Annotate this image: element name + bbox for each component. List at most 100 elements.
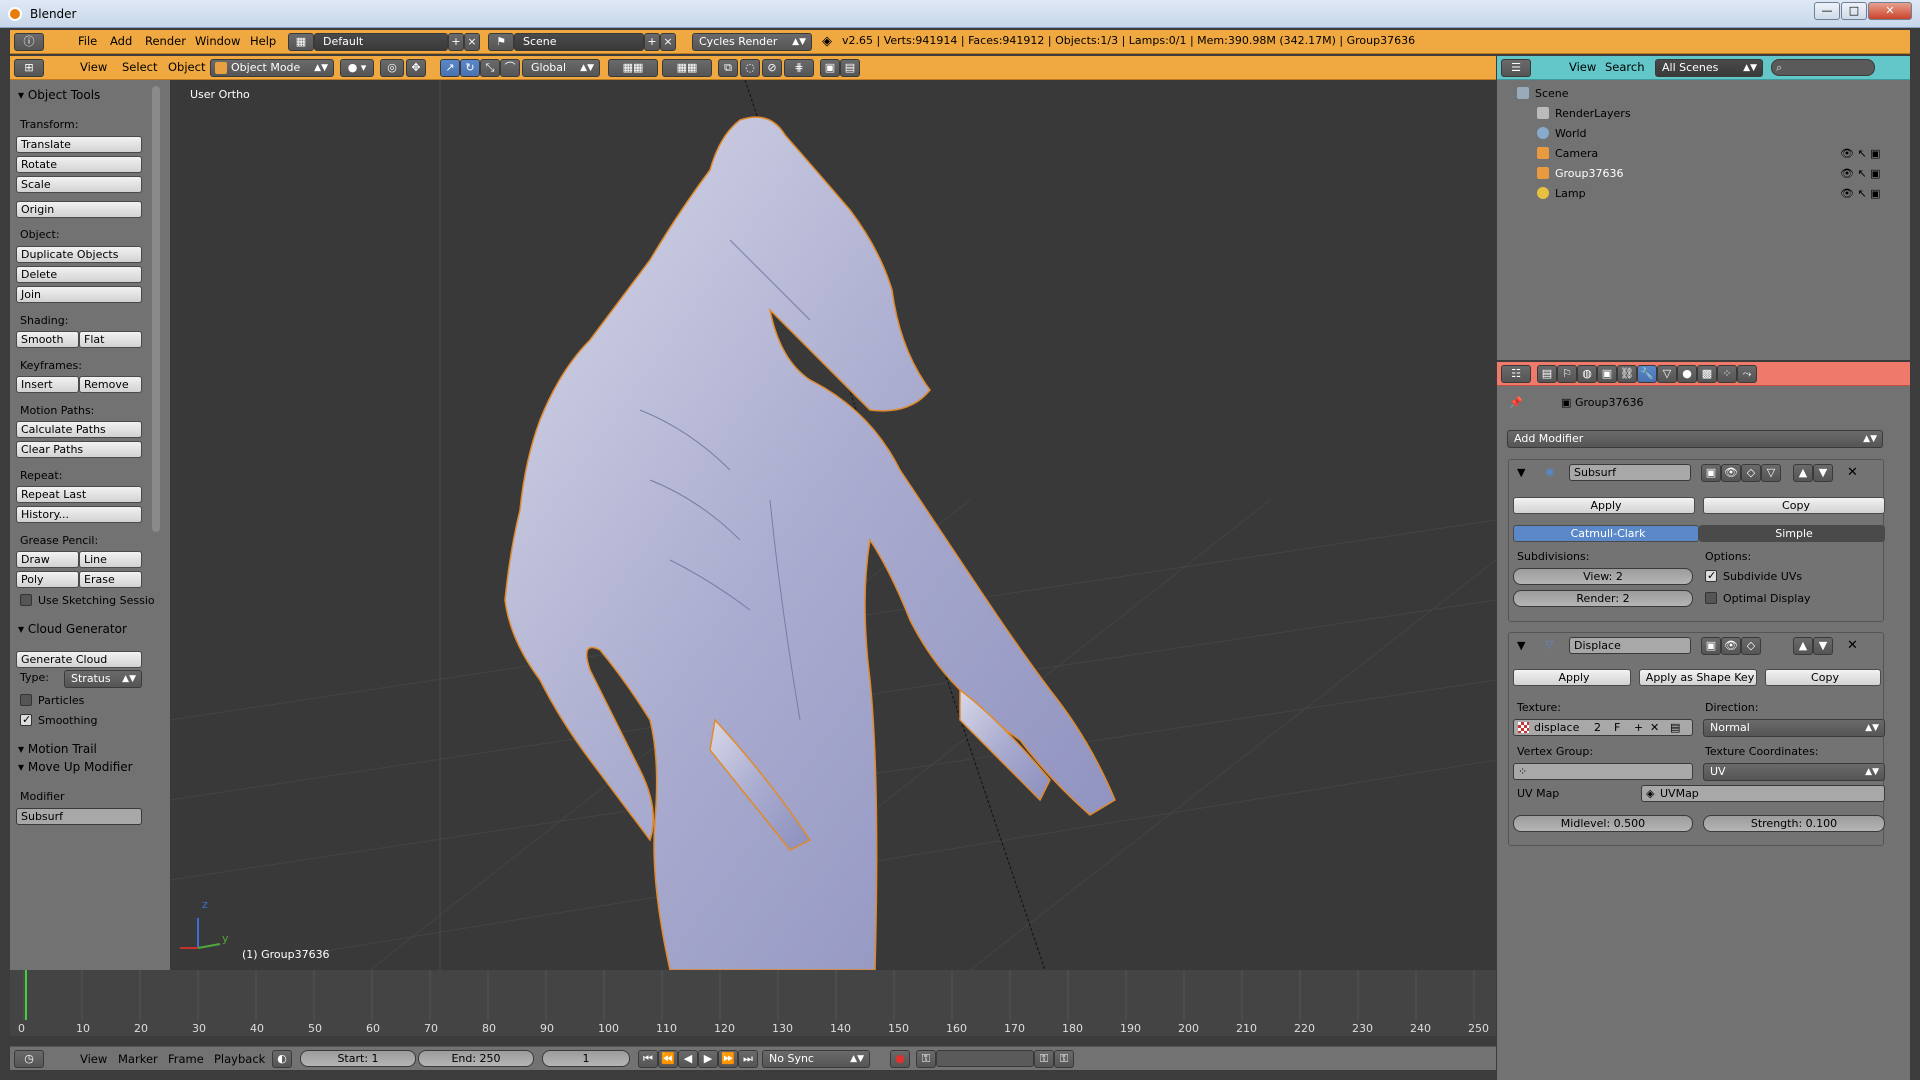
record-icon[interactable]: ●: [890, 1050, 910, 1068]
minimize-button[interactable]: —: [1814, 2, 1840, 20]
texture-users[interactable]: 2: [1594, 720, 1601, 735]
tool-shelf-scrollbar[interactable]: [152, 86, 160, 532]
visibility-eye-icon[interactable]: 👁 ↖ ▣: [1840, 147, 1881, 160]
displace-copy-button[interactable]: Copy: [1765, 669, 1881, 686]
poly-button[interactable]: Poly: [16, 571, 79, 588]
move-up-icon[interactable]: ▲: [1793, 464, 1813, 482]
layers-group-2[interactable]: ▦▦: [662, 59, 712, 77]
viewport-toggle-icon[interactable]: 👁: [1721, 464, 1741, 482]
outliner-menu-search[interactable]: Search: [1605, 56, 1645, 79]
collapse-arrow-icon[interactable]: ▼: [1517, 466, 1525, 479]
render-toggle-icon[interactable]: ▣: [1701, 464, 1721, 482]
draw-button[interactable]: Draw: [16, 551, 79, 568]
clear-paths-button[interactable]: Clear Paths: [16, 441, 142, 458]
optimal-display-checkbox[interactable]: [1705, 592, 1717, 604]
remove-modifier-icon[interactable]: ✕: [1847, 638, 1858, 653]
curve-manipulator-icon[interactable]: ⌒: [500, 59, 520, 77]
displace-name-field[interactable]: Displace: [1569, 637, 1691, 654]
erase-button[interactable]: Erase: [79, 571, 142, 588]
outliner-item-scene[interactable]: Scene: [1535, 87, 1569, 100]
object-tab-icon[interactable]: ▣: [1597, 365, 1617, 383]
delete-button[interactable]: Delete: [16, 266, 142, 283]
properties-editor-type-icon[interactable]: ☷: [1501, 365, 1531, 383]
snap-element-dropdown[interactable]: ⋕: [784, 59, 814, 77]
viewport-toggle-icon[interactable]: 👁: [1721, 637, 1741, 655]
remove-keyframe-button[interactable]: Remove: [79, 376, 142, 393]
timeline-menu-playback[interactable]: Playback: [214, 1047, 265, 1070]
visibility-eye-icon[interactable]: 👁 ↖ ▣: [1840, 167, 1881, 180]
scene-remove-button[interactable]: ×: [660, 33, 676, 51]
physics-tab-icon[interactable]: ⤳: [1737, 365, 1757, 383]
uv-map-field[interactable]: ◈ UVMap: [1641, 785, 1885, 802]
editmode-toggle-icon[interactable]: ◇: [1741, 464, 1761, 482]
constraints-tab-icon[interactable]: ⛓: [1617, 365, 1637, 383]
catmull-clark-button[interactable]: Catmull-Clark: [1513, 525, 1699, 542]
menu-file[interactable]: File: [78, 30, 97, 53]
timeline[interactable]: 0 10 20 30 40 50 60 70 80 90 100 110 120 130 140 150 160…: [10, 970, 1496, 1036]
snap-toggle-icon[interactable]: ⊘: [762, 59, 782, 77]
smooth-button[interactable]: Smooth: [16, 331, 79, 348]
scene-field[interactable]: Scene: [514, 33, 644, 51]
displace-apply-button[interactable]: Apply: [1513, 669, 1631, 686]
world-tab-icon[interactable]: ◍: [1577, 365, 1597, 383]
render-tab-icon[interactable]: ▤: [1537, 365, 1557, 383]
keying-set-icon[interactable]: ⚿: [916, 1050, 936, 1068]
render-opengl-icon[interactable]: ▣: [820, 59, 840, 77]
strength-field[interactable]: Strength: 0.100: [1703, 815, 1885, 832]
translate-manipulator-icon[interactable]: ↗: [440, 59, 460, 77]
start-frame-field[interactable]: Start: 1: [300, 1050, 416, 1067]
end-frame-field[interactable]: End: 250: [418, 1050, 534, 1067]
outliner-item-lamp[interactable]: Lamp: [1555, 187, 1586, 200]
material-tab-icon[interactable]: ●: [1677, 365, 1697, 383]
texture-field[interactable]: displace 2 F + ✕ ▤: [1513, 719, 1693, 736]
render-toggle-icon[interactable]: ▣: [1701, 637, 1721, 655]
texture-add-icon[interactable]: +: [1634, 720, 1643, 735]
menu-render[interactable]: Render: [145, 30, 186, 53]
rotate-button[interactable]: Rotate: [16, 156, 142, 173]
outliner-item-camera[interactable]: Camera: [1555, 147, 1598, 160]
screen-remove-button[interactable]: ×: [464, 33, 480, 51]
timeline-editor-type-icon[interactable]: ◷: [14, 1050, 44, 1068]
view-subdivisions-field[interactable]: View: 2: [1513, 568, 1693, 585]
move-down-icon[interactable]: ▼: [1813, 637, 1833, 655]
screen-layout-field[interactable]: Default: [314, 33, 448, 51]
pin-icon[interactable]: 📌: [1509, 396, 1523, 409]
smoothing-checkbox[interactable]: [20, 713, 32, 726]
menu-window[interactable]: Window: [195, 30, 240, 53]
maximize-button[interactable]: □: [1841, 2, 1867, 20]
texture-fake-user[interactable]: F: [1614, 720, 1620, 735]
history-button[interactable]: History...: [16, 506, 142, 523]
line-button[interactable]: Line: [79, 551, 142, 568]
apply-as-shape-key-button[interactable]: Apply as Shape Key: [1639, 669, 1757, 686]
move-down-icon[interactable]: ▼: [1813, 464, 1833, 482]
timeline-menu-view[interactable]: View: [80, 1047, 107, 1070]
manipulator-toggle[interactable]: ✥: [406, 59, 426, 77]
add-modifier-dropdown[interactable]: Add Modifier ▲▼: [1507, 430, 1883, 448]
editmode-toggle-icon[interactable]: ◇: [1741, 637, 1761, 655]
particles-checkbox[interactable]: [20, 694, 32, 706]
use-preview-range-icon[interactable]: ◐: [272, 1050, 292, 1068]
view3d-editor-type-icon[interactable]: ⊞: [14, 59, 44, 77]
cloud-generator-header[interactable]: ▾ Cloud Generator: [18, 622, 127, 636]
scene-icon[interactable]: ⚑: [488, 33, 514, 51]
cage-toggle-icon[interactable]: ▽: [1761, 464, 1781, 482]
repeat-last-button[interactable]: Repeat Last: [16, 486, 142, 503]
flat-button[interactable]: Flat: [79, 331, 142, 348]
timeline-menu-frame[interactable]: Frame: [168, 1047, 204, 1070]
menu-help[interactable]: Help: [250, 30, 276, 53]
keying-set-field[interactable]: [936, 1050, 1034, 1067]
scale-button[interactable]: Scale: [16, 176, 142, 193]
current-frame-field[interactable]: 1: [542, 1050, 630, 1067]
duplicate-objects-button[interactable]: Duplicate Objects: [16, 246, 142, 263]
generate-cloud-button[interactable]: Generate Cloud: [16, 651, 142, 668]
timeline-menu-marker[interactable]: Marker: [118, 1047, 158, 1070]
outliner-search-input[interactable]: ⌕: [1771, 59, 1875, 76]
editor-type-icon[interactable]: ⓘ: [14, 33, 44, 51]
screen-layout-icon[interactable]: ▦: [288, 33, 314, 51]
outliner-menu-view[interactable]: View: [1569, 56, 1596, 79]
orientation-dropdown[interactable]: Global ▲▼: [522, 59, 600, 77]
subdivide-uvs-checkbox[interactable]: [1705, 569, 1717, 582]
data-tab-icon[interactable]: ▽: [1657, 365, 1677, 383]
vertex-group-field[interactable]: ⁘: [1513, 763, 1693, 780]
outliner-item-renderlayers[interactable]: RenderLayers: [1555, 107, 1631, 120]
